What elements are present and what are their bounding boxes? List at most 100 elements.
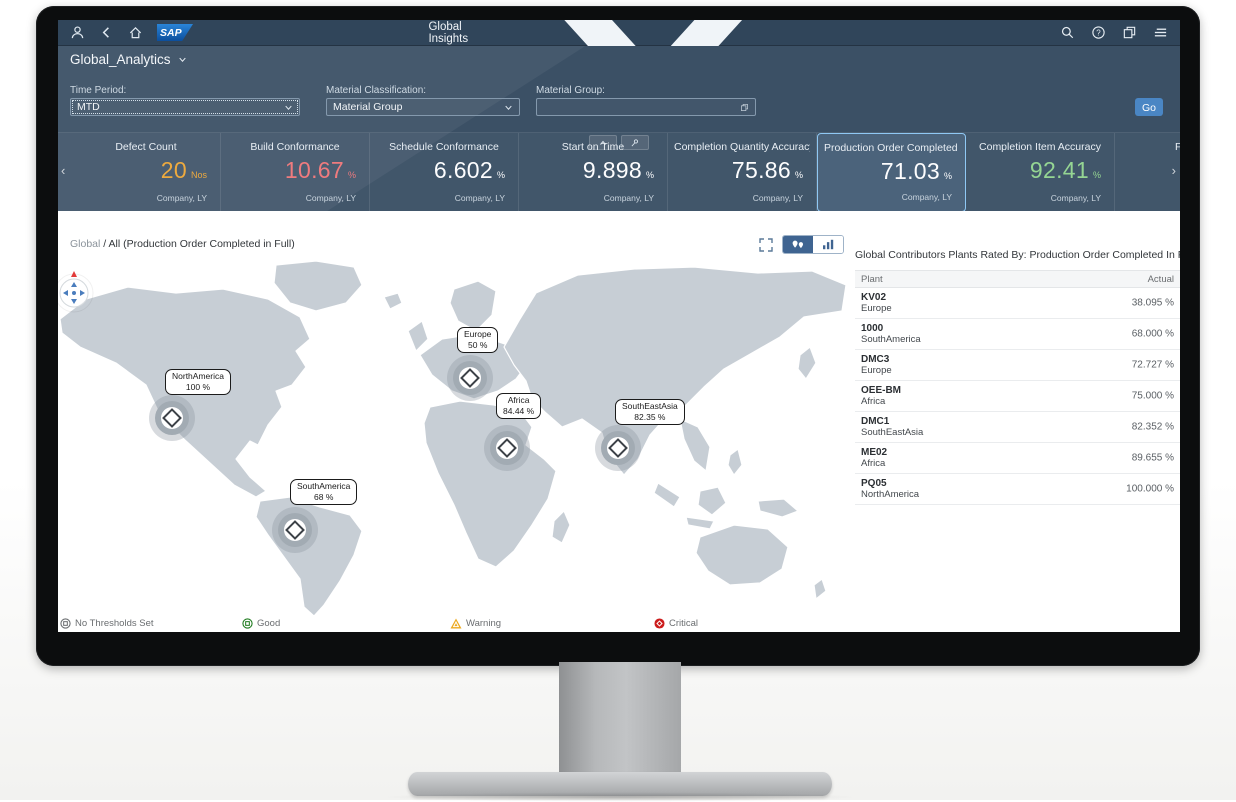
kpi-tile-production-order-completed[interactable]: Production Order Completed in ... 71.03%…: [817, 133, 966, 211]
search-icon[interactable]: [1060, 25, 1075, 40]
kpi-unit: %: [795, 170, 803, 180]
page-title-menu[interactable]: Global_Analytics: [70, 52, 187, 67]
time-period-label: Time Period:: [70, 85, 126, 96]
map-marker-southamerica[interactable]: SouthAmerica68 %: [272, 507, 318, 553]
map-marker-africa[interactable]: Africa84.44 %: [484, 425, 530, 471]
time-period-select[interactable]: MTD: [70, 98, 300, 116]
map-marker-europe[interactable]: Europe50 %: [447, 355, 493, 401]
world-map[interactable]: NorthAmerica100 % Europe50 % Africa84.44…: [58, 259, 850, 615]
map-legend: No Thresholds Set Good Warning Critical: [58, 618, 850, 632]
sap-logo: SAP: [157, 24, 193, 41]
breadcrumb-global-link[interactable]: Global: [70, 238, 100, 250]
floor-shadow: [380, 792, 860, 802]
screen: SAP Global Insights ? Global_Ana: [58, 20, 1180, 632]
breadcrumb-separator: /: [103, 238, 106, 250]
marker-label: NorthAmerica100 %: [165, 369, 231, 395]
legend-warning: Warning: [450, 618, 501, 629]
legend-critical: Critical: [654, 618, 698, 629]
chevron-down-icon: [284, 103, 293, 112]
time-period-value: MTD: [77, 101, 100, 113]
fullscreen-icon[interactable]: [758, 237, 774, 253]
table-row[interactable]: KV02 Europe 38.095 %: [855, 288, 1180, 319]
kpi-value: 9.898: [583, 157, 642, 183]
material-classification-label: Material Classification:: [326, 85, 426, 96]
kpi-unit: %: [944, 171, 952, 181]
shell-actions: ?: [1044, 25, 1168, 40]
kpi-value: 10.67: [285, 157, 344, 183]
chevron-down-icon: [178, 55, 187, 64]
panel-title: Global Contributors Plants Rated By: Pro…: [855, 249, 1180, 261]
legend-good: Good: [242, 618, 280, 629]
kpi-tile-finish[interactable]: Finish: [1115, 133, 1180, 211]
material-classification-select[interactable]: Material Group: [326, 98, 520, 116]
contributors-panel: Global Contributors Plants Rated By: Pro…: [855, 249, 1180, 505]
no-threshold-icon: [60, 618, 71, 629]
shell-bar: SAP Global Insights ?: [58, 20, 1180, 46]
table-row[interactable]: 1000 SouthAmerica 68.000 %: [855, 319, 1180, 350]
kpi-tile-completion-quantity-accuracy[interactable]: Completion Quantity Accuracy 75.86% Comp…: [668, 133, 817, 211]
kpi-tile-completion-item-accuracy[interactable]: Completion Item Accuracy 92.41% Company,…: [966, 133, 1115, 211]
back-icon[interactable]: [99, 25, 114, 40]
kpi-value: 6.602: [434, 157, 493, 183]
kpi-value: 75.86: [732, 157, 791, 183]
breadcrumb: Global / All (Production Order Completed…: [70, 238, 295, 250]
map-marker-southeastasia[interactable]: SouthEastAsia82.35 %: [595, 425, 641, 471]
page-title-label: Global_Analytics: [70, 52, 171, 67]
table-row[interactable]: DMC3 Europe 72.727 %: [855, 350, 1180, 381]
table-row[interactable]: ME02 Africa 89.655 %: [855, 443, 1180, 474]
kpi-value: 71.03: [881, 158, 940, 184]
map-compass-control[interactable]: [58, 269, 96, 313]
marker-label: Africa84.44 %: [496, 393, 541, 419]
col-actual: Actual: [1148, 274, 1174, 285]
page-header: Global_Analytics Time Period: MTD Materi…: [58, 46, 1180, 211]
map-pins-icon: [790, 239, 806, 251]
marker-label: Europe50 %: [457, 327, 498, 353]
chart-view-button[interactable]: [813, 236, 843, 253]
monitor-frame: SAP Global Insights ? Global_Ana: [36, 6, 1200, 666]
menu-icon[interactable]: [1153, 25, 1168, 40]
shell-title-label: Global Insights: [428, 21, 491, 45]
go-button[interactable]: Go: [1135, 98, 1163, 116]
critical-icon: [654, 618, 665, 629]
kpi-unit: %: [497, 170, 505, 180]
person-icon[interactable]: [70, 25, 85, 40]
chevron-down-icon: [504, 103, 513, 112]
content-area: Global / All (Production Order Completed…: [58, 211, 1180, 632]
material-group-input[interactable]: [536, 98, 756, 116]
marker-label: SouthAmerica68 %: [290, 479, 357, 505]
help-icon[interactable]: ?: [1091, 25, 1106, 40]
kpi-scroll-container: Defect Count 20Nos Company, LY Build Con…: [72, 133, 1180, 211]
svg-text:?: ?: [1096, 28, 1101, 37]
table-row[interactable]: PQ05 NorthAmerica 100.000 %: [855, 474, 1180, 505]
value-help-icon[interactable]: [740, 103, 749, 112]
kpi-strip: ‹ › Defect Count 20Nos Company, LY Build…: [58, 132, 1180, 211]
home-icon[interactable]: [128, 25, 143, 40]
table-row[interactable]: OEE-BM Africa 75.000 %: [855, 381, 1180, 412]
kpi-unit: Nos: [191, 170, 207, 180]
kpi-value: 92.41: [1030, 157, 1089, 183]
kpi-unit: %: [646, 170, 654, 180]
kpi-unit: %: [348, 170, 356, 180]
col-plant: Plant: [861, 274, 883, 285]
material-classification-value: Material Group: [333, 101, 402, 113]
bar-chart-icon: [822, 239, 835, 250]
table-header: Plant Actual: [855, 270, 1180, 288]
kpi-scroll-right[interactable]: ›: [1172, 163, 1176, 178]
kpi-tile-start-on-time[interactable]: Start on Time 9.898% Company, LY: [519, 133, 668, 211]
kpi-tile-schedule-conformance[interactable]: Schedule Conformance 6.602% Company, LY: [370, 133, 519, 211]
kpi-unit: %: [1093, 170, 1101, 180]
kpi-tile-build-conformance[interactable]: Build Conformance 10.67% Company, LY: [221, 133, 370, 211]
marker-label: SouthEastAsia82.35 %: [615, 399, 685, 425]
kpi-tile-defect-count[interactable]: Defect Count 20Nos Company, LY: [72, 133, 221, 211]
map-marker-northamerica[interactable]: NorthAmerica100 %: [149, 395, 195, 441]
table-row[interactable]: DMC1 SouthEastAsia 82.352 %: [855, 412, 1180, 443]
breadcrumb-current: All (Production Order Completed in Full): [109, 238, 295, 250]
monitor-stand-neck: [559, 662, 681, 778]
map-toolbar: [758, 235, 844, 254]
view-switch: [782, 235, 844, 254]
copy-icon[interactable]: [1122, 25, 1137, 40]
kpi-value: 20: [161, 157, 187, 183]
kpi-scroll-left[interactable]: ‹: [61, 163, 65, 178]
good-icon: [242, 618, 253, 629]
map-view-button[interactable]: [783, 236, 813, 253]
